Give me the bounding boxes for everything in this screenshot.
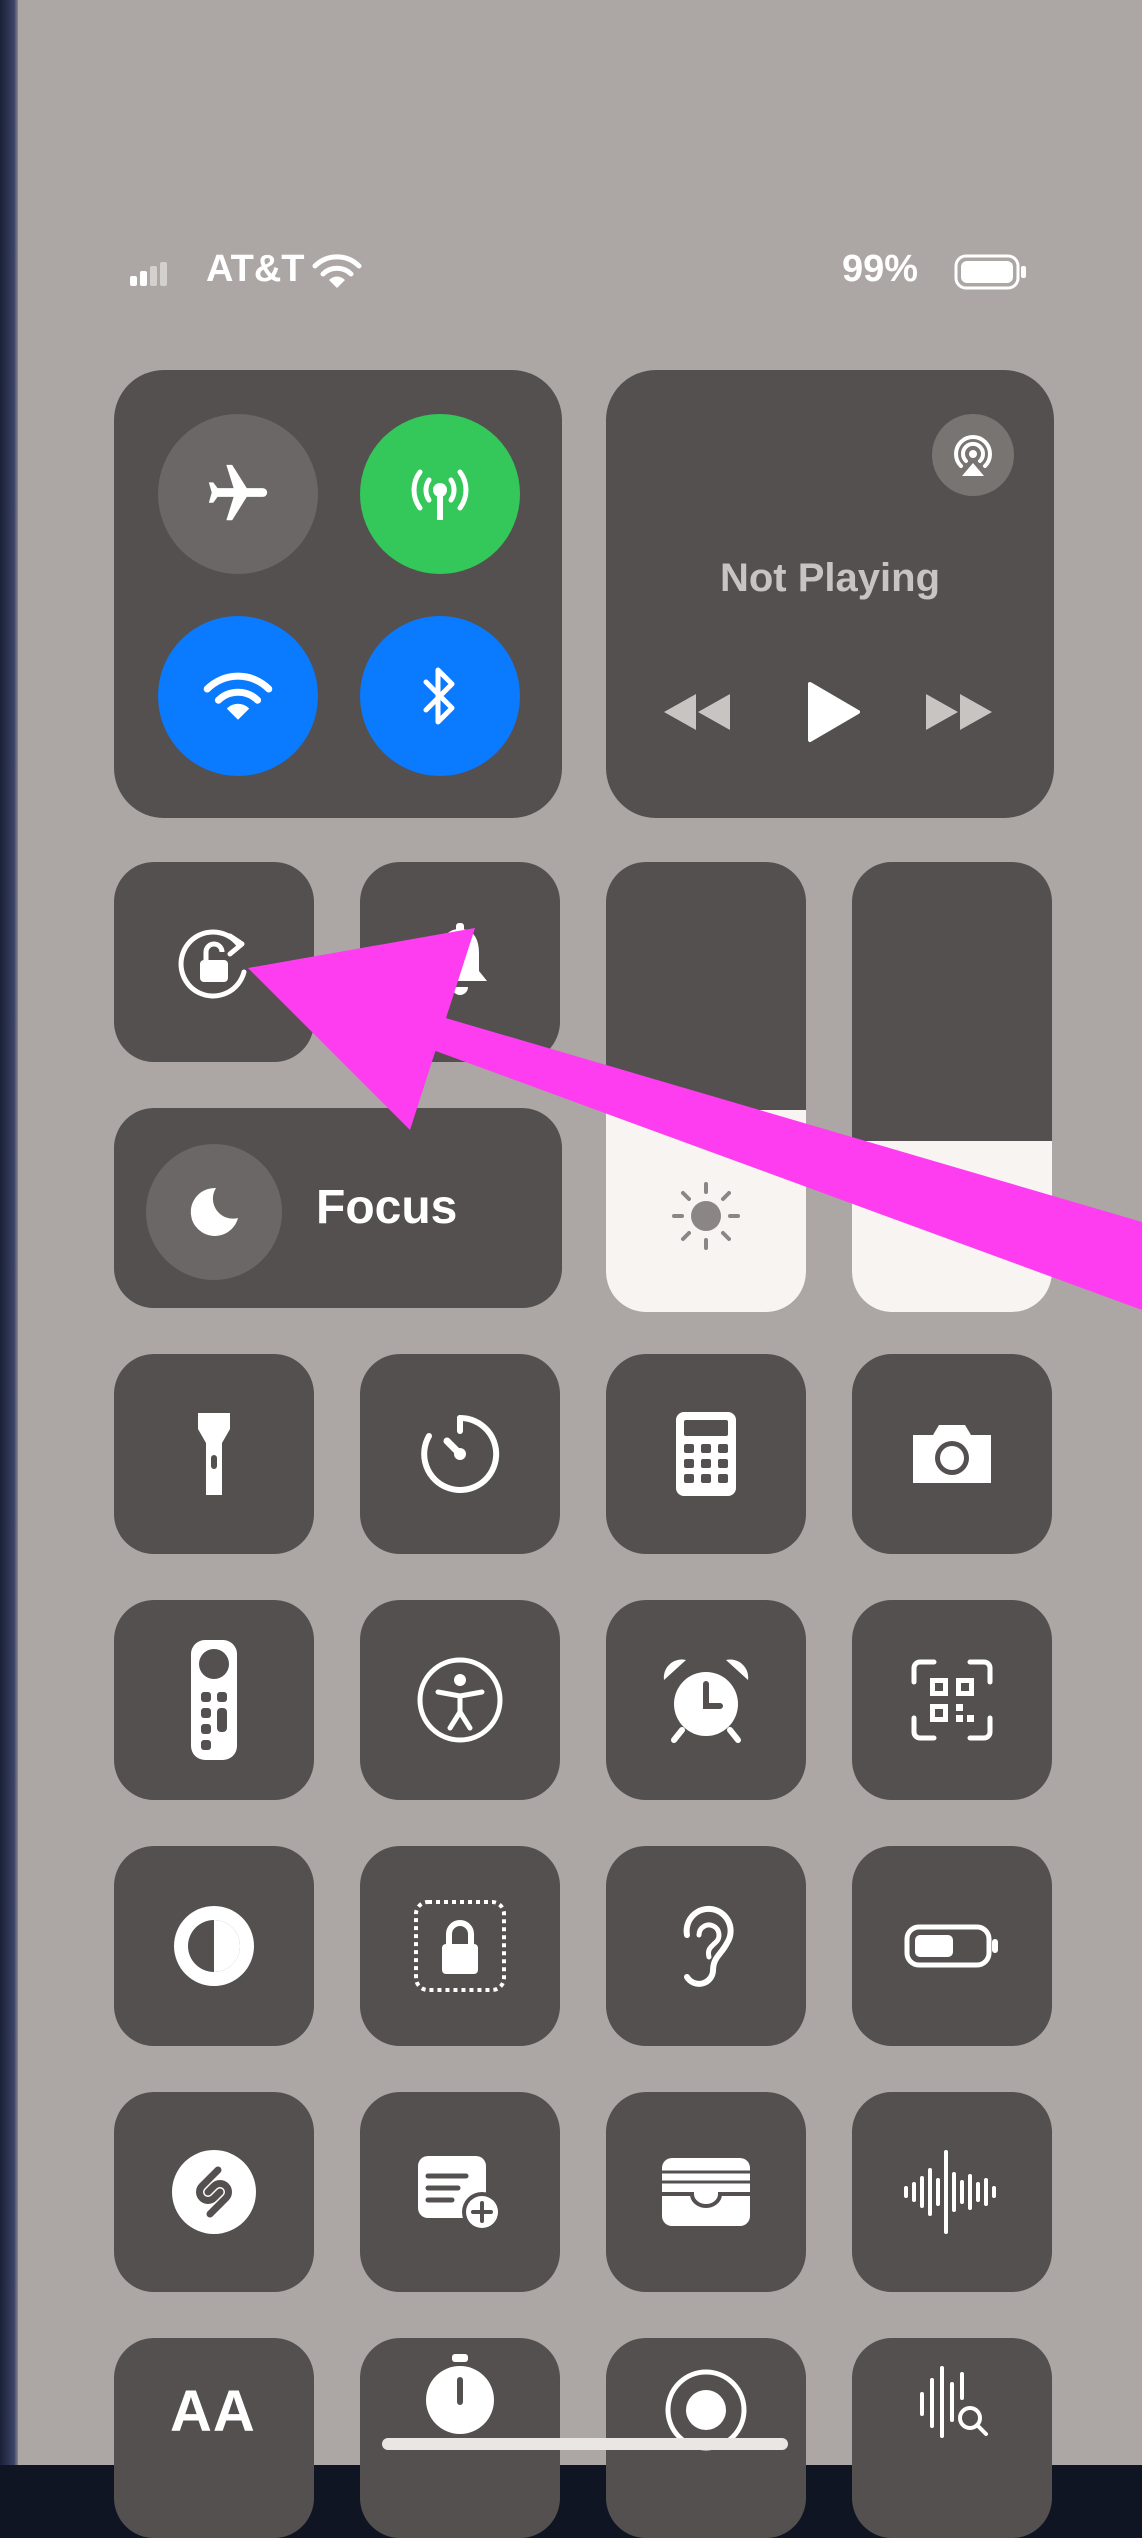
shazam-button[interactable] bbox=[114, 2092, 314, 2292]
code-scanner-icon bbox=[910, 1658, 994, 1742]
text-size-label: AA bbox=[170, 2379, 256, 2444]
airplane-icon bbox=[203, 459, 273, 529]
low-power-battery-icon bbox=[904, 1924, 1000, 1968]
cellular-signal-icon bbox=[130, 262, 174, 288]
timer-icon bbox=[417, 1411, 503, 1497]
dark-mode-button[interactable] bbox=[114, 1846, 314, 2046]
orientation-lock-button[interactable] bbox=[114, 862, 314, 1062]
focus-circle bbox=[146, 1144, 282, 1280]
home-indicator[interactable] bbox=[382, 2438, 788, 2450]
dark-mode-icon bbox=[169, 1901, 259, 1991]
text-size-button[interactable]: AA bbox=[114, 2338, 314, 2538]
focus-label: Focus bbox=[316, 1181, 458, 1234]
apple-tv-remote-button[interactable] bbox=[114, 1600, 314, 1800]
wallet-icon bbox=[658, 2154, 754, 2230]
sound-recognition-button[interactable] bbox=[852, 2338, 1052, 2538]
apple-tv-remote-icon bbox=[189, 1638, 239, 1762]
focus-button[interactable]: Focus bbox=[114, 1108, 562, 1308]
airplay-button[interactable] bbox=[932, 414, 1014, 496]
code-scanner-button[interactable] bbox=[852, 1600, 1052, 1800]
now-playing-status: Not Playing bbox=[719, 556, 941, 600]
volume-slider[interactable] bbox=[852, 862, 1052, 1312]
alarm-icon bbox=[660, 1654, 752, 1746]
camera-icon bbox=[907, 1419, 997, 1489]
moon-icon bbox=[186, 1184, 242, 1240]
battery-percentage: 99% bbox=[842, 248, 919, 290]
battery-icon bbox=[954, 254, 1028, 290]
cellular-antenna-icon bbox=[402, 464, 478, 524]
flashlight-button[interactable] bbox=[114, 1354, 314, 1554]
calculator-button[interactable] bbox=[606, 1354, 806, 1554]
quick-note-button[interactable] bbox=[360, 2092, 560, 2292]
stopwatch-icon bbox=[418, 2352, 502, 2436]
rewind-icon bbox=[660, 690, 736, 734]
silent-mode-bell-icon bbox=[425, 921, 495, 1003]
speaker-icon bbox=[928, 1192, 978, 1242]
fast-forward-icon bbox=[920, 690, 996, 734]
airplay-audio-icon bbox=[948, 430, 998, 480]
low-power-mode-button[interactable] bbox=[852, 1846, 1052, 2046]
wifi-icon bbox=[203, 669, 273, 723]
wallet-button[interactable] bbox=[606, 2092, 806, 2292]
shazam-icon bbox=[168, 2146, 260, 2238]
hearing-button[interactable] bbox=[606, 1846, 806, 2046]
alarm-button[interactable] bbox=[606, 1600, 806, 1800]
bluetooth-icon bbox=[420, 664, 460, 728]
play-icon bbox=[806, 680, 862, 744]
play-button[interactable] bbox=[806, 680, 862, 744]
accessibility-icon bbox=[416, 1656, 504, 1744]
camera-button[interactable] bbox=[852, 1354, 1052, 1554]
calculator-icon bbox=[674, 1410, 738, 1498]
wifi-status-icon bbox=[312, 252, 362, 290]
quick-note-icon bbox=[414, 2150, 506, 2234]
flashlight-icon bbox=[194, 1407, 234, 1501]
timer-button[interactable] bbox=[360, 1354, 560, 1554]
carrier-name: AT&T bbox=[206, 248, 305, 290]
orientation-lock-icon bbox=[168, 916, 260, 1008]
accessibility-button[interactable] bbox=[360, 1600, 560, 1800]
brightness-slider[interactable] bbox=[606, 862, 806, 1312]
voice-memos-button[interactable] bbox=[852, 2092, 1052, 2292]
voice-memos-waveform-icon bbox=[900, 2150, 1004, 2234]
hearing-ear-icon bbox=[671, 1899, 741, 1993]
bluetooth-toggle[interactable] bbox=[360, 616, 520, 776]
silent-mode-button[interactable] bbox=[360, 862, 560, 1062]
rewind-button[interactable] bbox=[660, 690, 736, 734]
guided-access-icon bbox=[412, 1898, 508, 1994]
brightness-sun-icon bbox=[670, 1180, 742, 1252]
guided-access-button[interactable] bbox=[360, 1846, 560, 2046]
fast-forward-button[interactable] bbox=[920, 690, 996, 734]
sound-recognition-icon bbox=[914, 2362, 994, 2442]
cellular-data-toggle[interactable] bbox=[360, 414, 520, 574]
airplane-mode-toggle[interactable] bbox=[158, 414, 318, 574]
wifi-toggle[interactable] bbox=[158, 616, 318, 776]
